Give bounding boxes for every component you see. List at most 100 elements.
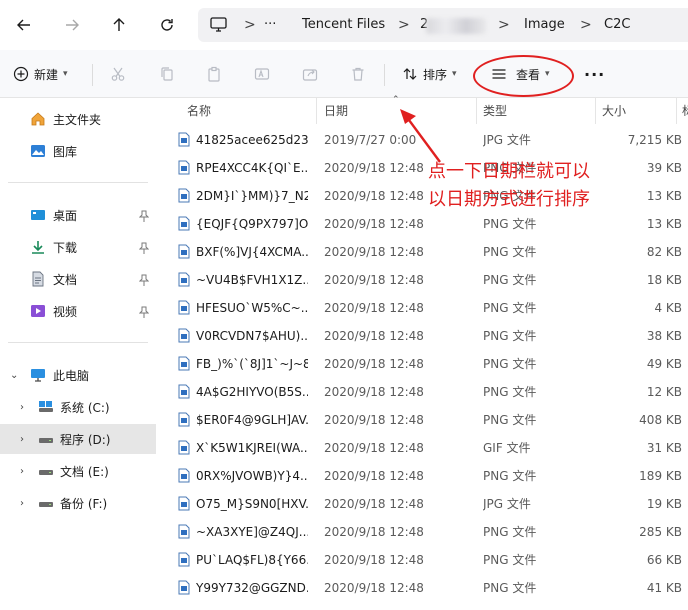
- file-date: 2020/9/18 12:48: [324, 525, 424, 539]
- file-type: PNG 文件: [483, 217, 537, 231]
- file-size: 66 KB: [646, 553, 682, 567]
- column-header-extra[interactable]: 标: [682, 98, 688, 124]
- column-header-size[interactable]: 大小: [602, 98, 626, 124]
- new-button[interactable]: 新建 ▾: [13, 62, 68, 86]
- column-divider[interactable]: [476, 98, 477, 124]
- copy-button[interactable]: [159, 62, 175, 86]
- sidebar-item-documents[interactable]: 文档: [0, 264, 156, 294]
- file-date: 2020/9/18 12:48: [324, 553, 424, 567]
- file-row[interactable]: X`K5W1KJREI(WA... 2020/9/18 12:48 GIF 文件 31…: [156, 434, 688, 462]
- breadcrumb-c2c[interactable]: C2C: [604, 8, 630, 42]
- sidebar-item-label: 文档 (E:): [60, 464, 109, 479]
- file-size: 408 KB: [639, 413, 682, 427]
- annotation-line-1: 点一下日期栏就可以: [428, 161, 590, 182]
- file-name: RPE4XCC4K{QI`E...: [196, 161, 308, 175]
- sidebar-item-desktop[interactable]: 桌面: [0, 200, 156, 230]
- file-date: 2020/9/18 12:48: [324, 469, 424, 483]
- sort-button[interactable]: 排序 ▾: [402, 62, 457, 86]
- pin-icon[interactable]: [139, 210, 149, 222]
- file-row[interactable]: Y99Y732@GGZND... 2020/9/18 12:48 PNG 文件 41 …: [156, 574, 688, 602]
- file-name: V0RCVDN7$AHU)...: [196, 329, 308, 343]
- file-name: BXF(%]VJ{4XCMA...: [196, 245, 308, 259]
- pin-icon[interactable]: [139, 274, 149, 286]
- file-name: O75_M}S9N0[HXV...: [196, 497, 308, 511]
- cut-button[interactable]: [110, 62, 126, 86]
- paste-button[interactable]: [206, 62, 222, 86]
- file-row[interactable]: ~XA3XYE]@Z4QJ... 2020/9/18 12:48 PNG 文件 285…: [156, 518, 688, 546]
- file-row[interactable]: ~VU4B$FVH1X1Z... 2020/9/18 12:48 PNG 文件 18 …: [156, 266, 688, 294]
- drive-icon: [39, 438, 53, 443]
- address-box[interactable]: > ··· Tencent Files > 2 > Image > C2C: [198, 8, 688, 42]
- file-row[interactable]: $ER0F4@9GLH]AV... 2020/9/18 12:48 PNG 文件 40…: [156, 406, 688, 434]
- sidebar-item-label: 备份 (F:): [60, 496, 108, 511]
- sidebar-item-drive-f[interactable]: › 备份 (F:): [0, 488, 156, 518]
- sidebar-item-gallery[interactable]: 图库: [0, 136, 156, 166]
- file-name: X`K5W1KJREI(WA...: [196, 441, 308, 455]
- sidebar-item-downloads[interactable]: 下载: [0, 232, 156, 262]
- file-row[interactable]: HFESUO`W5%C~... 2020/9/18 12:48 PNG 文件 4 KB: [156, 294, 688, 322]
- file-row[interactable]: FB_)%`(`8J]1`~J~8... 2020/9/18 12:48 PNG 文…: [156, 350, 688, 378]
- file-size: 189 KB: [639, 469, 682, 483]
- file-size: 12 KB: [646, 385, 682, 399]
- file-row[interactable]: 4A$G2HIYVO(B5S... 2020/9/18 12:48 PNG 文件 12…: [156, 378, 688, 406]
- chevron-right-icon[interactable]: ›: [20, 402, 24, 413]
- file-row[interactable]: {EQJF{Q9PX797]O... 2020/9/18 12:48 PNG 文件 1…: [156, 210, 688, 238]
- file-date: 2020/9/18 12:48: [324, 581, 424, 595]
- file-date: 2020/9/18 12:48: [324, 385, 424, 399]
- sidebar-item-drive-c[interactable]: › 系统 (C:): [0, 392, 156, 422]
- video-icon: [31, 305, 45, 317]
- image-file-icon: [178, 412, 190, 427]
- breadcrumb-image[interactable]: Image: [524, 8, 565, 42]
- refresh-button[interactable]: [152, 10, 182, 40]
- chevron-right-icon[interactable]: ›: [20, 498, 24, 509]
- column-header-name[interactable]: 名称: [187, 98, 211, 124]
- sidebar-item-home[interactable]: 主文件夹: [0, 104, 156, 134]
- file-size: 13 KB: [646, 217, 682, 231]
- column-header-type[interactable]: 类型: [483, 98, 507, 124]
- sidebar-item-label: 桌面: [53, 208, 78, 223]
- column-divider[interactable]: [595, 98, 596, 124]
- file-name: $ER0F4@9GLH]AV...: [196, 413, 308, 427]
- computer-icon: [31, 369, 45, 382]
- column-header-date[interactable]: 日期: [324, 98, 348, 124]
- file-row[interactable]: PU`LAQ$FL)8{Y66... 2020/9/18 12:48 PNG 文件 6…: [156, 546, 688, 574]
- chevron-down-icon[interactable]: ⌄: [10, 370, 18, 381]
- forward-button[interactable]: [57, 10, 87, 40]
- share-button[interactable]: [302, 62, 318, 86]
- sidebar-item-this-pc[interactable]: ⌄ 此电脑: [0, 360, 156, 390]
- file-type: PNG 文件: [483, 329, 537, 343]
- file-name: 41825acee625d23...: [196, 133, 308, 147]
- breadcrumb-tencent-files[interactable]: Tencent Files: [302, 8, 385, 42]
- up-arrow-icon: [113, 18, 125, 31]
- annotation-highlight-oval: [473, 55, 574, 97]
- sidebar-item-videos[interactable]: 视频: [0, 296, 156, 326]
- file-size: 7,215 KB: [627, 133, 682, 147]
- more-options-button[interactable]: ···: [584, 62, 605, 86]
- sidebar-item-drive-e[interactable]: › 文档 (E:): [0, 456, 156, 486]
- column-divider[interactable]: [676, 98, 677, 124]
- sidebar-item-label: 此电脑: [53, 368, 90, 383]
- breadcrumb-more[interactable]: ···: [264, 8, 276, 42]
- redacted-blur: [426, 18, 486, 34]
- file-size: 285 KB: [639, 525, 682, 539]
- delete-button[interactable]: [350, 62, 366, 86]
- file-row[interactable]: V0RCVDN7$AHU)... 2020/9/18 12:48 PNG 文件 38 …: [156, 322, 688, 350]
- file-row[interactable]: BXF(%]VJ{4XCMA... 2020/9/18 12:48 PNG 文件 82…: [156, 238, 688, 266]
- rename-button[interactable]: [254, 62, 270, 86]
- file-date: 2020/9/18 12:48: [324, 301, 424, 315]
- chevron-right-icon[interactable]: ›: [20, 466, 24, 477]
- back-button[interactable]: [9, 10, 39, 40]
- chevron-right-icon[interactable]: ›: [20, 434, 24, 445]
- file-row[interactable]: O75_M}S9N0[HXV... 2020/9/18 12:48 JPG 文件 19…: [156, 490, 688, 518]
- up-button[interactable]: [104, 10, 134, 40]
- image-file-icon: [178, 160, 190, 175]
- file-size: 4 KB: [654, 301, 682, 315]
- file-type: PNG 文件: [483, 469, 537, 483]
- column-divider[interactable]: [316, 98, 317, 124]
- sidebar-item-drive-d[interactable]: › 程序 (D:): [0, 424, 156, 454]
- file-size: 19 KB: [646, 497, 682, 511]
- plus-circle-icon: [13, 66, 29, 82]
- pin-icon[interactable]: [139, 306, 149, 318]
- pin-icon[interactable]: [139, 242, 149, 254]
- file-row[interactable]: 0RX%JVOWB)Y}4... 2020/9/18 12:48 PNG 文件 189…: [156, 462, 688, 490]
